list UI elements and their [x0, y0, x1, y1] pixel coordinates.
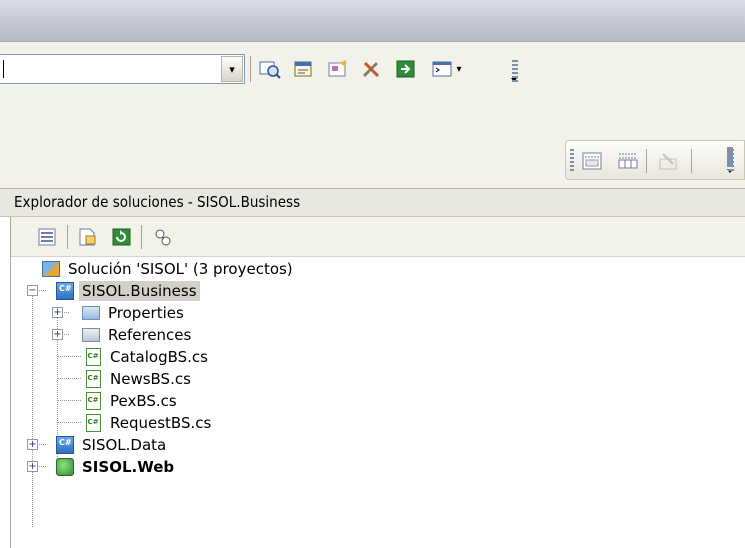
tree-item-label: SISOL.Business [79, 281, 200, 301]
references-icon [81, 325, 101, 345]
start-page-icon[interactable] [394, 57, 418, 81]
tree-item-label: PexBS.cs [110, 392, 177, 410]
expand-icon[interactable]: + [52, 329, 63, 340]
tree-item-properties[interactable]: Properties [81, 302, 187, 324]
tree-item-label: RequestBS.cs [110, 414, 212, 432]
standard-toolbar: ▾ ▾ [0, 42, 745, 104]
separator [141, 225, 142, 249]
toolbar-grip[interactable] [570, 149, 574, 173]
toolbar-overflow-icon[interactable] [726, 145, 734, 175]
tree-item-file[interactable]: RequestBS.cs [83, 412, 214, 434]
solution-explorer-panel: Explorador de soluciones - SISOL.Busines… [0, 188, 745, 548]
title-bar [0, 0, 745, 42]
solution-icon [41, 259, 61, 279]
find-icon[interactable] [258, 57, 282, 81]
tree-item-solution[interactable]: Solución 'SISOL' (3 proyectos) [41, 258, 296, 280]
separator [67, 225, 68, 249]
web-project-icon [55, 457, 75, 477]
properties-icon[interactable] [76, 225, 100, 249]
text-caret [3, 60, 4, 78]
tree-item-label: Properties [108, 304, 184, 322]
expand-icon[interactable]: + [27, 461, 38, 472]
tree-item-project-data[interactable]: SISOL.Data [55, 434, 169, 456]
show-all-files-icon[interactable] [36, 225, 60, 249]
tree-line [57, 378, 81, 379]
tree-item-file[interactable]: NewsBS.cs [83, 368, 194, 390]
delete-icon[interactable] [656, 149, 680, 173]
solution-explorer-toolbar [11, 217, 745, 257]
tree-item-project-web[interactable]: SISOL.Web [55, 456, 177, 478]
panel-title: Explorador de soluciones - SISOL.Busines… [0, 189, 745, 217]
tree-item-file[interactable]: CatalogBS.cs [83, 346, 211, 368]
object-browser-icon[interactable] [326, 57, 350, 81]
view-class-diagram-icon[interactable] [151, 225, 175, 249]
toolbar-overflow-icon[interactable] [510, 56, 518, 86]
csharp-file-icon [83, 413, 103, 433]
tree-line [57, 356, 81, 357]
toolbox-icon[interactable] [360, 57, 384, 81]
csharp-file-icon [83, 369, 103, 389]
properties-folder-icon [81, 303, 101, 323]
tree-item-references[interactable]: References [81, 324, 194, 346]
separator [691, 149, 692, 173]
layout-toolbar [565, 140, 745, 180]
expand-icon[interactable]: + [27, 439, 38, 450]
format-left-icon[interactable] [580, 149, 604, 173]
command-window-icon[interactable] [430, 57, 454, 81]
tree-item-label: SISOL.Data [82, 436, 167, 454]
csharp-project-icon [55, 435, 75, 455]
properties-icon[interactable] [292, 57, 316, 81]
solution-tree: Solución 'SISOL' (3 proyectos) − SISOL.B… [11, 257, 745, 548]
toolbar-area [0, 104, 745, 188]
combo-dropdown-button[interactable]: ▾ [221, 56, 243, 82]
tree-item-label: References [108, 326, 192, 344]
refresh-icon[interactable] [110, 225, 134, 249]
tree-item-project-business[interactable]: SISOL.Business [55, 280, 200, 302]
csharp-project-icon [55, 281, 75, 301]
tree-item-label: NewsBS.cs [110, 370, 191, 388]
separator [646, 149, 647, 173]
dropdown-arrow-icon[interactable]: ▾ [452, 57, 466, 81]
tree-line [57, 400, 81, 401]
tree-item-file[interactable]: PexBS.cs [83, 390, 180, 412]
tree-line [57, 422, 81, 423]
csharp-file-icon [83, 347, 103, 367]
collapse-icon[interactable]: − [27, 285, 38, 296]
find-combo[interactable]: ▾ [0, 54, 245, 84]
tree-item-label: Solución 'SISOL' (3 proyectos) [68, 260, 293, 278]
format-center-icon[interactable] [616, 149, 640, 173]
tree-line [32, 287, 33, 527]
csharp-file-icon [83, 391, 103, 411]
expand-icon[interactable]: + [52, 307, 63, 318]
tree-item-label: CatalogBS.cs [110, 348, 208, 366]
tree-item-label: SISOL.Web [82, 458, 175, 476]
separator [250, 56, 251, 82]
